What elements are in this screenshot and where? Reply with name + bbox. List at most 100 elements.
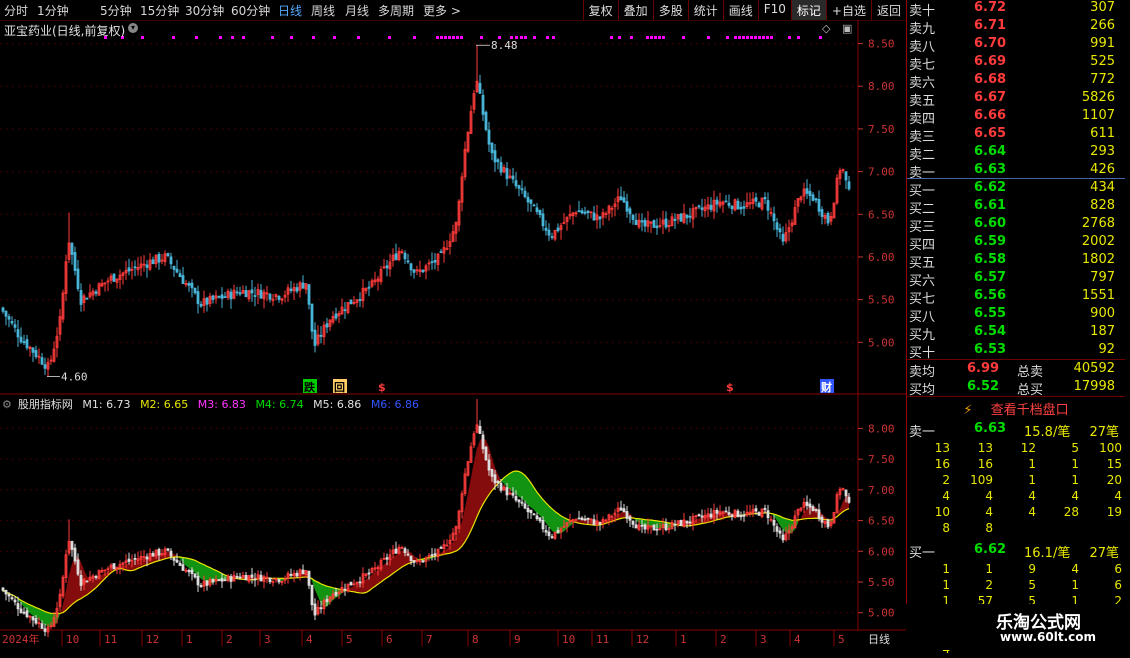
- kline-chart[interactable]: 8.484.60跌回$$财 8.508.007.507.006.506.005.…: [0, 20, 906, 650]
- level-label: 卖五: [909, 90, 935, 109]
- candle-body: [26, 611, 28, 617]
- level-label: 买六: [909, 270, 935, 289]
- candle-body: [728, 203, 730, 205]
- tab-5min[interactable]: 5分钟: [100, 2, 132, 19]
- indicator-tick-label: 5.50: [868, 576, 895, 589]
- sell-level-row[interactable]: 卖四6.661107: [907, 108, 1125, 126]
- window-icon[interactable]: ▣: [842, 22, 852, 35]
- tab-30min[interactable]: 30分钟: [185, 2, 224, 19]
- tab-15min[interactable]: 15分钟: [140, 2, 179, 19]
- date-label: 10: [66, 633, 79, 646]
- buy1-per: 16.1/笔: [1024, 542, 1070, 561]
- candle-body: [812, 195, 814, 201]
- sell-level-row[interactable]: 卖三6.65611: [907, 126, 1125, 144]
- price-tick-label: 5.00: [868, 336, 895, 349]
- tab-1min[interactable]: 1分钟: [37, 2, 69, 19]
- fuquan-button[interactable]: 复权: [583, 0, 618, 20]
- signal-dot: [452, 36, 455, 39]
- date-label: 11: [596, 633, 609, 646]
- candle-body: [767, 201, 769, 211]
- signal-dot: [231, 36, 234, 39]
- signal-dot: [819, 36, 822, 39]
- candle-body: [485, 447, 487, 460]
- sell-level-row[interactable]: 卖六6.68772: [907, 72, 1125, 90]
- candle-body: [623, 509, 625, 512]
- buy-level-row[interactable]: 买六6.57797: [907, 270, 1125, 288]
- candle-body: [530, 200, 532, 204]
- candle-body: [230, 577, 232, 582]
- back-button[interactable]: 返回: [871, 0, 906, 20]
- tab-weekly[interactable]: 周线: [311, 2, 335, 19]
- queue-cell: 19: [1079, 505, 1122, 521]
- candle-body: [359, 299, 361, 300]
- gear-icon[interactable]: ⚙: [2, 398, 12, 411]
- tab-fenshi[interactable]: 分时: [4, 2, 28, 19]
- candle-body: [587, 518, 589, 519]
- level-price: 6.66: [974, 108, 1006, 123]
- candle-body: [728, 513, 730, 515]
- candle-body: [557, 228, 559, 231]
- signal-dot: [630, 36, 633, 39]
- candle-body: [539, 518, 541, 521]
- buy-level-row[interactable]: 买五6.581802: [907, 252, 1125, 270]
- candle-body: [158, 549, 160, 555]
- level-volume: 772: [1090, 72, 1115, 87]
- draw-button[interactable]: 画线: [723, 0, 758, 20]
- candle-body: [767, 511, 769, 518]
- buy1-label: 买一: [909, 542, 935, 561]
- candle-body: [581, 518, 583, 520]
- buy-level-row[interactable]: 买七6.561551: [907, 288, 1125, 306]
- tab-60min[interactable]: 60分钟: [231, 2, 270, 19]
- level-volume: 900: [1090, 306, 1115, 321]
- candle-body: [296, 573, 298, 576]
- queue-cell: 15: [1079, 457, 1122, 473]
- mark-button[interactable]: 标记: [791, 0, 826, 20]
- sell-level-row[interactable]: 卖八6.70991: [907, 36, 1125, 54]
- sell-level-row[interactable]: 卖十6.72307: [907, 0, 1125, 18]
- buy-level-row[interactable]: 买三6.602768: [907, 216, 1125, 234]
- signal-dot: [770, 36, 773, 39]
- diamond-icon[interactable]: ◇: [822, 22, 830, 35]
- buy-level-row[interactable]: 买四6.592002: [907, 234, 1125, 252]
- sell-level-row[interactable]: 卖五6.675826: [907, 90, 1125, 108]
- tab-daily[interactable]: 日线: [278, 2, 302, 19]
- buy-level-row[interactable]: 买二6.61828: [907, 198, 1125, 216]
- add-watchlist-button[interactable]: +自选: [826, 0, 871, 20]
- buy-level-row[interactable]: 买八6.55900: [907, 306, 1125, 324]
- signal-dot: [758, 36, 761, 39]
- candle-body: [302, 570, 304, 574]
- candle-body: [404, 549, 406, 553]
- candle-body: [290, 289, 292, 291]
- f10-button[interactable]: F10: [758, 0, 791, 20]
- buy-level-row[interactable]: 买十6.5392: [907, 342, 1125, 360]
- sell1-label: 卖一: [909, 421, 935, 440]
- qian-dang-link[interactable]: ⚡ 查看千档盘口: [907, 399, 1125, 417]
- candle-body: [173, 266, 175, 269]
- overlay-button[interactable]: 叠加: [618, 0, 653, 20]
- candle-body: [518, 500, 520, 502]
- candle-body: [95, 576, 97, 577]
- candle-body: [146, 557, 148, 559]
- tab-multi-period[interactable]: 多周期: [378, 2, 414, 19]
- buy-level-row[interactable]: 买九6.54187: [907, 324, 1125, 342]
- signal-dot: [610, 36, 613, 39]
- level-volume: 1551: [1082, 288, 1115, 303]
- stats-button[interactable]: 统计: [688, 0, 723, 20]
- chevron-down-icon[interactable]: ▾: [128, 23, 138, 33]
- candle-body: [206, 298, 208, 304]
- candle-body: [497, 481, 499, 482]
- signal-dot: [271, 36, 274, 39]
- signal-dot: [141, 36, 144, 39]
- tab-more[interactable]: 更多 >: [423, 2, 461, 19]
- candle-body: [326, 324, 328, 327]
- sell-level-row[interactable]: 卖七6.69525: [907, 54, 1125, 72]
- buy-level-row[interactable]: 买一6.62434: [907, 180, 1125, 198]
- queue-cell: 4: [907, 489, 950, 505]
- sell-level-row[interactable]: 卖二6.64293: [907, 144, 1125, 162]
- sell-level-row[interactable]: 卖九6.71266: [907, 18, 1125, 36]
- tab-monthly[interactable]: 月线: [345, 2, 369, 19]
- multi-stock-button[interactable]: 多股: [653, 0, 688, 20]
- candle-body: [212, 579, 214, 582]
- candle-body: [158, 254, 160, 262]
- level-price: 6.58: [974, 252, 1006, 267]
